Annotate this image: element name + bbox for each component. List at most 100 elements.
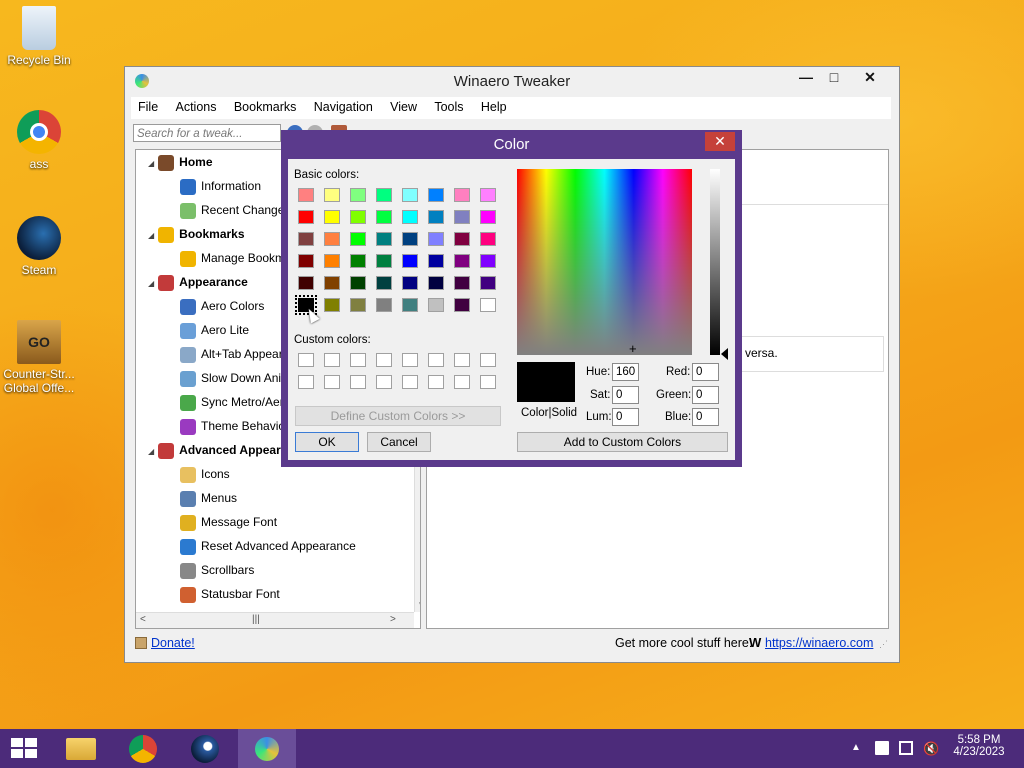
- basic-color-swatch[interactable]: [376, 298, 392, 312]
- blue-field[interactable]: 0: [692, 408, 719, 426]
- basic-color-swatch[interactable]: [428, 210, 444, 224]
- menu-help[interactable]: Help: [474, 97, 514, 114]
- title-bar[interactable]: Winaero Tweaker — □ ✕: [125, 67, 899, 95]
- custom-color-swatch[interactable]: [324, 375, 340, 389]
- start-button[interactable]: [0, 729, 50, 768]
- basic-color-swatch[interactable]: [454, 298, 470, 312]
- desktop-icon-recycle-bin[interactable]: Recycle Bin: [1, 6, 77, 67]
- basic-color-swatch[interactable]: [298, 188, 314, 202]
- basic-color-swatch[interactable]: [402, 188, 418, 202]
- basic-color-swatch[interactable]: [376, 188, 392, 202]
- menu-tools[interactable]: Tools: [427, 97, 470, 114]
- basic-color-swatch[interactable]: [298, 232, 314, 246]
- red-field[interactable]: 0: [692, 363, 719, 381]
- volume-muted-icon[interactable]: 🔇: [923, 741, 939, 757]
- custom-color-swatch[interactable]: [402, 353, 418, 367]
- basic-color-swatch[interactable]: [350, 276, 366, 290]
- custom-color-swatch[interactable]: [402, 375, 418, 389]
- basic-color-swatch[interactable]: [428, 188, 444, 202]
- basic-color-swatch[interactable]: [428, 232, 444, 246]
- cancel-button[interactable]: Cancel: [367, 432, 431, 452]
- green-field[interactable]: 0: [692, 386, 719, 404]
- tree-item[interactable]: Sync Metro/Aero: [180, 392, 290, 412]
- scroll-down-icon[interactable]: ∨: [418, 600, 420, 611]
- tree-item[interactable]: Aero Lite: [180, 320, 249, 340]
- basic-color-swatch[interactable]: [402, 276, 418, 290]
- basic-color-swatch[interactable]: [350, 232, 366, 246]
- custom-color-swatch[interactable]: [350, 375, 366, 389]
- basic-color-swatch[interactable]: [428, 254, 444, 268]
- tree-item[interactable]: Theme Behavior: [180, 416, 289, 436]
- scroll-left-icon[interactable]: <: [140, 614, 146, 625]
- tree-item[interactable]: Menus: [180, 488, 237, 508]
- basic-color-swatch[interactable]: [454, 276, 470, 290]
- collapse-arrow-icon[interactable]: ◢: [148, 231, 154, 240]
- tree-item[interactable]: Statusbar Font: [180, 584, 280, 604]
- basic-color-swatch[interactable]: [324, 210, 340, 224]
- basic-color-swatch[interactable]: [428, 298, 444, 312]
- tree-category[interactable]: ◢ Home: [148, 152, 213, 172]
- basic-color-swatch[interactable]: [324, 298, 340, 312]
- custom-color-swatch[interactable]: [298, 353, 314, 367]
- clock[interactable]: 5:58 PM 4/23/2023: [944, 734, 1014, 758]
- basic-color-swatch[interactable]: [454, 232, 470, 246]
- basic-color-swatch[interactable]: [324, 232, 340, 246]
- custom-color-swatch[interactable]: [298, 375, 314, 389]
- basic-color-swatch[interactable]: [376, 254, 392, 268]
- basic-color-swatch[interactable]: [324, 254, 340, 268]
- tree-category[interactable]: ◢ Appearance: [148, 272, 248, 292]
- basic-color-swatch[interactable]: [480, 298, 496, 312]
- taskbar-chrome[interactable]: [118, 729, 168, 768]
- tree-item[interactable]: Reset Advanced Appearance: [180, 536, 356, 556]
- maximize-button[interactable]: □: [817, 67, 851, 89]
- define-custom-colors-button[interactable]: Define Custom Colors >>: [295, 406, 501, 426]
- show-hidden-icons-icon[interactable]: ▲: [851, 742, 861, 753]
- basic-color-swatch[interactable]: [350, 210, 366, 224]
- dialog-close-button[interactable]: ✕: [705, 132, 735, 151]
- ok-button[interactable]: OK: [295, 432, 359, 452]
- action-center-flag-icon[interactable]: [875, 741, 889, 755]
- luminosity-arrow-icon[interactable]: [721, 348, 728, 360]
- menu-navigation[interactable]: Navigation: [307, 97, 380, 114]
- luminosity-slider[interactable]: [710, 169, 720, 355]
- basic-color-swatch[interactable]: [402, 210, 418, 224]
- basic-color-swatch[interactable]: [324, 276, 340, 290]
- taskbar-file-explorer[interactable]: [56, 729, 106, 768]
- tree-item[interactable]: Scrollbars: [180, 560, 254, 580]
- basic-color-swatch[interactable]: [298, 276, 314, 290]
- basic-color-swatch[interactable]: [480, 254, 496, 268]
- basic-color-swatch[interactable]: [402, 254, 418, 268]
- basic-color-swatch[interactable]: [350, 254, 366, 268]
- collapse-arrow-icon[interactable]: ◢: [148, 159, 154, 168]
- desktop-icon-steam[interactable]: Steam: [1, 216, 77, 277]
- menu-actions[interactable]: Actions: [169, 97, 224, 114]
- donate-link[interactable]: Donate!: [151, 636, 195, 650]
- custom-color-swatch[interactable]: [376, 375, 392, 389]
- menu-view[interactable]: View: [383, 97, 424, 114]
- basic-color-swatch[interactable]: [480, 210, 496, 224]
- basic-color-swatch[interactable]: [480, 188, 496, 202]
- scroll-thumb-icon[interactable]: |||: [252, 614, 260, 625]
- menu-bookmarks[interactable]: Bookmarks: [227, 97, 304, 114]
- winaero-link[interactable]: https://winaero.com: [765, 636, 873, 650]
- basic-color-swatch[interactable]: [454, 210, 470, 224]
- basic-color-swatch[interactable]: [402, 232, 418, 246]
- custom-color-swatch[interactable]: [454, 375, 470, 389]
- tree-item[interactable]: Aero Colors: [180, 296, 264, 316]
- menu-file[interactable]: File: [131, 97, 165, 114]
- tree-item[interactable]: Information: [180, 176, 261, 196]
- basic-color-swatch[interactable]: [324, 188, 340, 202]
- close-button[interactable]: ✕: [853, 67, 887, 89]
- scroll-right-icon[interactable]: >: [390, 614, 396, 625]
- custom-color-swatch[interactable]: [428, 353, 444, 367]
- basic-color-swatch[interactable]: [298, 210, 314, 224]
- custom-color-swatch[interactable]: [376, 353, 392, 367]
- resize-grip-icon[interactable]: ⋰: [879, 639, 888, 650]
- tree-item[interactable]: Message Font: [180, 512, 277, 532]
- color-spectrum[interactable]: [517, 169, 692, 355]
- collapse-arrow-icon[interactable]: ◢: [148, 447, 154, 456]
- custom-color-swatch[interactable]: [480, 375, 496, 389]
- hue-field[interactable]: 160: [612, 363, 639, 381]
- tree-item[interactable]: Icons: [180, 464, 230, 484]
- basic-color-swatch[interactable]: [376, 232, 392, 246]
